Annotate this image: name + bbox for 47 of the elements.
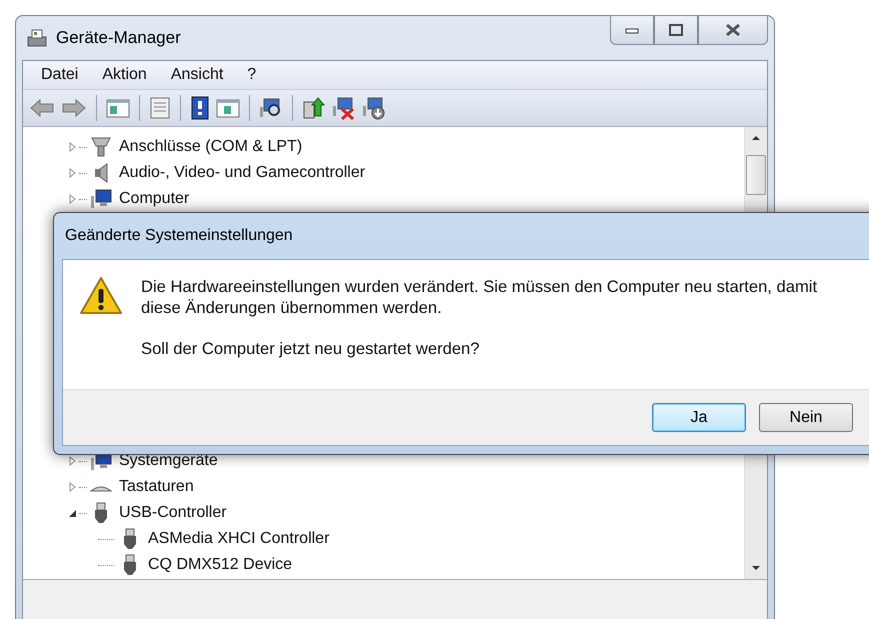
dialog-message: Die Hardwareeinstellungen wurden verändert. Sie müssen den Computer neu starten, damit diese Änderungen übernommen werden. [141, 276, 818, 318]
monitor-icon [89, 188, 113, 210]
tree-item[interactable]: ASMedia XHCI Controller [148, 530, 330, 548]
tree-item[interactable]: CQ DMX512 Device [148, 556, 292, 574]
close-button[interactable] [698, 15, 768, 45]
minimize-button[interactable] [610, 15, 654, 45]
maximize-icon [669, 24, 683, 36]
collapsed-triangle-icon[interactable] [68, 142, 77, 152]
disable-device-icon[interactable] [362, 96, 386, 120]
scroll-up-icon[interactable] [751, 135, 761, 141]
collapsed-triangle-icon[interactable] [68, 482, 77, 492]
dialog-title: Geänderte Systemeinstellungen [64, 226, 294, 246]
window-pane-icon[interactable] [106, 97, 130, 119]
collapsed-triangle-icon[interactable] [68, 168, 77, 178]
close-icon [725, 24, 741, 36]
properties-icon[interactable] [149, 97, 171, 119]
warning-icon [79, 276, 123, 316]
scroll-down-icon[interactable] [751, 565, 761, 571]
update-driver-icon[interactable] [302, 96, 326, 120]
port-icon [89, 136, 113, 158]
printer-icon [26, 28, 48, 48]
tree-item[interactable]: Computer [119, 190, 190, 208]
expanded-triangle-icon[interactable] [68, 508, 77, 518]
dialog-button[interactable]: Ja [652, 403, 746, 432]
tree-item[interactable]: Anschlüsse (COM & LPT) [119, 138, 302, 156]
collapsed-triangle-icon[interactable] [68, 456, 77, 466]
tree-item[interactable]: Tastaturen [119, 478, 194, 496]
dialog-button[interactable]: Nein [759, 403, 853, 432]
window-pane-icon[interactable] [216, 97, 240, 119]
back-arrow-icon[interactable] [29, 98, 55, 118]
window-title: Geräte-Manager [56, 28, 181, 48]
help-book-icon[interactable] [190, 96, 210, 120]
scan-hardware-icon[interactable] [259, 97, 283, 119]
collapsed-triangle-icon[interactable] [68, 194, 77, 204]
uninstall-device-icon[interactable] [332, 96, 356, 120]
maximize-button[interactable] [654, 15, 698, 45]
menu-item[interactable]: Ansicht [170, 66, 224, 84]
dialog-question: Soll der Computer jetzt neu gestartet werden? [141, 338, 481, 359]
menu-item[interactable]: Datei [41, 66, 78, 84]
menu-item[interactable]: Aktion [102, 66, 147, 84]
tree-item[interactable]: USB-Controller [119, 504, 227, 522]
forward-arrow-icon[interactable] [61, 98, 87, 118]
scroll-thumb[interactable] [746, 155, 766, 195]
tree-item[interactable]: Systemgeräte [119, 452, 218, 470]
minimize-icon [625, 26, 639, 34]
tree-item[interactable]: Audio-, Video- und Gamecontroller [119, 164, 366, 182]
menu-item[interactable]: ? [247, 66, 256, 84]
